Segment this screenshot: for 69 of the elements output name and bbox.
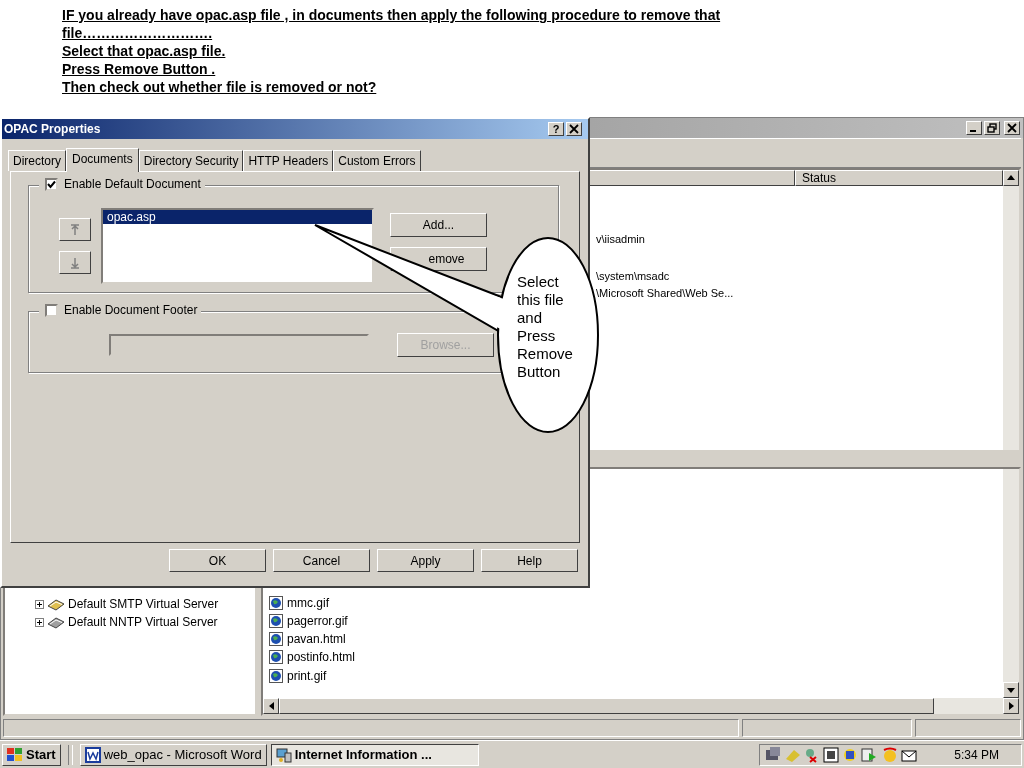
scrollbar[interactable]: [1003, 469, 1019, 699]
restore-icon: [987, 123, 997, 133]
close-icon: [569, 124, 579, 134]
globe-file-icon: [269, 595, 283, 610]
left-triangle-icon: [268, 702, 274, 711]
checkbox[interactable]: [45, 177, 58, 191]
globe-file-icon: [269, 613, 283, 628]
instruction-text: Select that opac.asp file.: [62, 42, 227, 60]
file-name[interactable]: pavan.html: [287, 632, 346, 647]
down-triangle-icon: [1007, 687, 1015, 693]
tab[interactable]: Documents: [66, 148, 139, 172]
computer-icon: [275, 746, 292, 763]
dialog-button[interactable]: Add...: [390, 213, 487, 237]
server-icon: [47, 615, 65, 630]
dialog-title: OPAC Properties: [4, 122, 101, 136]
minimize-button[interactable]: [966, 121, 982, 135]
tab[interactable]: Directory: [8, 150, 66, 171]
path-text: v\iisadmin: [596, 231, 646, 247]
globe-file-icon: [269, 650, 283, 665]
windows-logo-icon: [7, 747, 23, 762]
instruction-text: Then check out whether file is removed or not?: [62, 78, 378, 96]
up-triangle-icon: [1007, 175, 1015, 181]
tree-item[interactable]: Default SMTP Virtual Server: [68, 597, 219, 612]
start-button[interactable]: Start: [2, 743, 61, 766]
scroll-up-button[interactable]: [1003, 169, 1019, 186]
checkbox[interactable]: [45, 303, 58, 317]
taskbar-button[interactable]: Internet Information ...: [270, 743, 479, 766]
expand-icon[interactable]: [35, 617, 44, 627]
scroll-right-button[interactable]: [1003, 698, 1019, 715]
scroll-left-button[interactable]: [263, 698, 279, 715]
file-name[interactable]: mmc.gif: [287, 595, 329, 610]
tab[interactable]: HTTP Headers: [243, 150, 334, 171]
scroll-down-button[interactable]: [1003, 682, 1019, 699]
column-header[interactable]: Status: [795, 169, 1003, 186]
scrollbar[interactable]: [1003, 169, 1019, 451]
move-up-button[interactable]: [59, 218, 91, 241]
file-name[interactable]: pagerror.gif: [287, 613, 348, 628]
globe-file-icon: [269, 632, 283, 647]
globe-file-icon: [269, 668, 283, 683]
callout-text: Select this file and Press Remove Button: [517, 273, 574, 381]
document-icon: [84, 746, 101, 763]
close-icon: [1007, 123, 1017, 133]
right-triangle-icon: [1008, 702, 1014, 711]
instruction-text: Press Remove Button .: [62, 60, 217, 78]
minimize-icon: [970, 130, 976, 132]
help-button[interactable]: ?: [548, 122, 564, 136]
path-text: \system\msadc: [596, 268, 671, 284]
close-button[interactable]: [566, 122, 582, 136]
path-text: \Microsoft Shared\Web Se...: [596, 285, 735, 301]
taskbar-button[interactable]: web_opac - Microsoft Word: [79, 743, 267, 766]
tab[interactable]: Custom Errors: [333, 150, 421, 171]
server-icon: [47, 597, 65, 612]
instruction-text: IF you already have opac.asp file , in documents then apply the following procedure to remove that file……………………….: [62, 6, 722, 42]
clock: 5:34 PM: [954, 747, 999, 762]
close-button[interactable]: [1004, 121, 1020, 135]
file-name[interactable]: postinfo.html: [287, 650, 356, 665]
dialog-button[interactable]: OK: [169, 549, 266, 572]
down-arrow-icon: [70, 256, 80, 269]
restore-button[interactable]: [984, 121, 1000, 135]
file-name[interactable]: print.gif: [287, 668, 327, 683]
dialog-button[interactable]: Help: [481, 549, 578, 572]
list-item[interactable]: opac.asp: [103, 210, 372, 224]
move-down-button[interactable]: [59, 251, 91, 274]
dialog-button[interactable]: Apply: [377, 549, 474, 572]
up-arrow-icon: [70, 223, 80, 236]
dialog-button[interactable]: Cancel: [273, 549, 370, 572]
expand-icon[interactable]: [35, 599, 44, 609]
tab[interactable]: Directory Security: [138, 150, 244, 171]
tree-item[interactable]: Default NNTP Virtual Server: [68, 615, 218, 630]
